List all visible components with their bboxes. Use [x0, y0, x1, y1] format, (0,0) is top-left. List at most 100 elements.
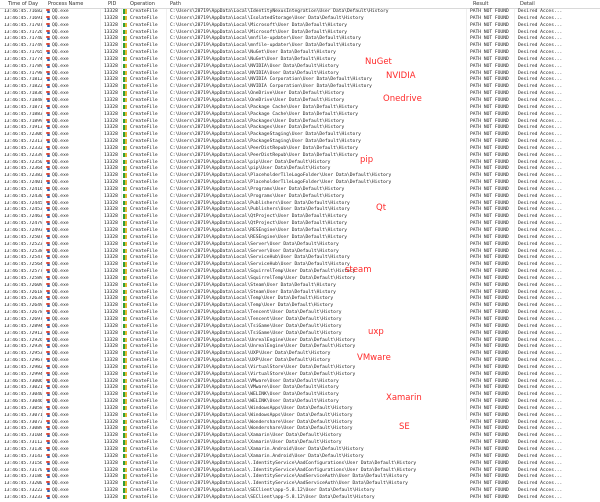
table-row[interactable]: 13:46:45.7250710 QQ.exe 13328 CreateFile C:\… [0, 234, 600, 242]
table-row[interactable]: 13:46:45.7230690 QQ.exe 13328 CreateFile C:\… [0, 132, 600, 139]
table-row[interactable]: 13:46:45.7298260 QQ.exe 13328 CreateFile C:\… [0, 364, 600, 372]
operation-icon [123, 330, 128, 336]
header-operation[interactable]: Operation [130, 1, 155, 7]
table-row[interactable]: 13:46:45.7260983 QQ.exe 13328 CreateFile C:\… [0, 282, 600, 290]
operation-cell: CreateFile [130, 97, 158, 103]
table-row[interactable]: 13:46:45.7241672 QQ.exe 13328 CreateFile C:\… [0, 186, 600, 194]
process-icon [46, 310, 50, 315]
path-cell: C:\Users\28719\AppData\Local\.IdentitySe… [170, 481, 408, 487]
pid-cell: 13328 [104, 358, 118, 364]
time-cell: 13:46:45.7240179 [4, 180, 42, 186]
table-row[interactable]: 13:46:45.7231324 QQ.exe 13328 CreateFile C:\… [0, 139, 600, 146]
path-cell: C:\Users\28719\AppData\Local\Tencent\Use… [170, 310, 342, 316]
table-row[interactable]: 13:46:45.7168240 QQ.exe 13328 CreateFile C:\… [0, 9, 600, 16]
operation-icon [123, 207, 128, 212]
path-cell: C:\Users\28719\AppData\Local\Placeholder… [170, 180, 392, 186]
table-row[interactable]: 13:46:45.7269790 QQ.exe 13328 CreateFile C:\… [0, 316, 600, 324]
header-process-name[interactable]: Process Name [48, 1, 83, 7]
table-row[interactable]: 13:46:45.7184828 QQ.exe 13328 CreateFile C:\… [0, 97, 600, 105]
table-row[interactable]: 13:46:45.7169144 QQ.exe 13328 CreateFile C:\… [0, 15, 600, 23]
table-row[interactable]: 13:46:45.7317058 QQ.exe 13328 CreateFile C:\… [0, 467, 600, 475]
table-row[interactable]: 13:46:45.7233220 QQ.exe 13328 CreateFile C:\… [0, 145, 600, 153]
operation-icon [123, 323, 128, 329]
table-row[interactable]: 13:46:45.7305872 QQ.exe 13328 CreateFile C:\… [0, 405, 600, 413]
operation-icon [123, 125, 128, 130]
pid-cell: 13328 [104, 412, 118, 418]
header-time-of-day[interactable]: Time of Day [8, 1, 38, 7]
table-row[interactable]: 13:46:45.7257731 QQ.exe 13328 CreateFile C:\… [0, 269, 600, 276]
operation-cell: CreateFile [130, 453, 158, 459]
result-cell: PATH NOT FOUND [470, 440, 509, 446]
table-row[interactable]: 13:46:45.7178928 QQ.exe 13328 CreateFile C:\… [0, 63, 600, 71]
result-cell: PATH NOT FOUND [470, 371, 509, 377]
pid-cell: 13328 [104, 330, 118, 336]
table-row[interactable]: 13:46:45.7267880 QQ.exe 13328 CreateFile C:\… [0, 310, 600, 317]
table-row[interactable]: 13:46:45.7252321 QQ.exe 13328 CreateFile C:\… [0, 241, 600, 249]
operation-icon [123, 460, 128, 466]
process-icon [46, 77, 50, 82]
table-row[interactable]: 13:46:45.7177446 QQ.exe 13328 CreateFile C:\… [0, 56, 600, 64]
table-row[interactable]: 13:46:45.7296723 QQ.exe 13328 CreateFile C:\… [0, 358, 600, 365]
process-icon [46, 9, 50, 14]
table-row[interactable]: 13:46:45.7295380 QQ.exe 13328 CreateFile C:\… [0, 351, 600, 358]
operation-icon [123, 467, 128, 473]
operation-cell: CreateFile [130, 399, 158, 405]
table-row[interactable]: 13:46:45.7176506 QQ.exe 13328 CreateFile C:\… [0, 50, 600, 57]
header-result[interactable]: Result [473, 1, 488, 7]
operation-icon [123, 145, 128, 151]
operation-icon [123, 344, 128, 349]
operation-cell: CreateFile [130, 50, 158, 56]
path-cell: C:\Users\28719\AppData\Local\VirtualStor… [170, 371, 356, 377]
table-row[interactable]: 13:46:45.7307151 QQ.exe 13328 CreateFile C:\… [0, 412, 600, 420]
table-row[interactable]: 13:46:45.7314395 QQ.exe 13328 CreateFile C:\… [0, 453, 600, 461]
time-cell: 13:46:45.7181236 [4, 77, 42, 83]
table-row[interactable]: 13:46:45.7291238 QQ.exe 13328 CreateFile C:\… [0, 330, 600, 338]
path-cell: C:\Users\28719\AppData\Local\SquirrelTem… [170, 269, 356, 275]
table-row[interactable]: 13:46:45.7188392 QQ.exe 13328 CreateFile C:\… [0, 111, 600, 119]
table-row[interactable]: 13:46:45.7183670 QQ.exe 13328 CreateFile C:\… [0, 91, 600, 98]
result-cell: PATH NOT FOUND [470, 111, 509, 117]
operation-icon [123, 200, 128, 206]
table-row[interactable]: 13:46:45.7315651 QQ.exe 13328 CreateFile C:\… [0, 460, 600, 468]
table-row[interactable]: 13:46:45.7187144 QQ.exe 13328 CreateFile C:\… [0, 104, 600, 112]
operation-cell: CreateFile [130, 63, 158, 69]
pid-cell: 13328 [104, 282, 118, 288]
process-name-cell: QQ.exe [52, 405, 69, 411]
column-header: Time of Day Process Name PID Operation P… [0, 0, 600, 9]
header-path[interactable]: Path [170, 1, 181, 7]
pid-cell: 13328 [104, 221, 118, 227]
table-row[interactable]: 13:46:45.7320092 QQ.exe 13328 CreateFile C:\… [0, 481, 600, 488]
operation-cell: CreateFile [130, 358, 158, 364]
process-name-cell: QQ.exe [52, 193, 69, 199]
table-row[interactable]: 13:46:45.7289442 QQ.exe 13328 CreateFile C:\… [0, 323, 600, 331]
header-pid[interactable]: PID [108, 1, 116, 7]
table-row[interactable]: 13:46:45.7170758 QQ.exe 13328 CreateFile C:\… [0, 22, 600, 30]
process-icon [46, 152, 50, 158]
process-name-cell: QQ.exe [52, 152, 69, 158]
table-row[interactable]: 13:46:45.7318634 QQ.exe 13328 CreateFile C:\… [0, 474, 600, 481]
table-row[interactable]: 13:46:45.7240179 QQ.exe 13328 CreateFile C:\… [0, 180, 600, 187]
pid-cell: 13328 [104, 180, 118, 186]
operation-cell: CreateFile [130, 221, 158, 227]
table-row[interactable]: 13:46:45.7243010 QQ.exe 13328 CreateFile C:\… [0, 193, 600, 201]
table-row[interactable]: 13:46:45.7322209 QQ.exe 13328 CreateFile C:\… [0, 488, 600, 495]
header-detail[interactable]: Detail [520, 1, 535, 7]
table-row[interactable]: 13:46:45.7233960 QQ.exe 13328 CreateFile C:\… [0, 152, 600, 160]
table-row[interactable]: 13:46:45.7249368 QQ.exe 13328 CreateFile C:\… [0, 228, 600, 235]
operation-icon [123, 289, 128, 295]
process-icon [46, 494, 50, 500]
table-row[interactable]: 13:46:45.7258965 QQ.exe 13328 CreateFile C:\… [0, 275, 600, 283]
result-cell: PATH NOT FOUND [470, 330, 509, 336]
process-icon [46, 173, 50, 178]
table-row[interactable]: 13:46:45.7247902 QQ.exe 13328 CreateFile C:\… [0, 221, 600, 228]
table-row[interactable]: 13:46:45.7299417 QQ.exe 13328 CreateFile C:\… [0, 371, 600, 379]
operation-icon [123, 29, 128, 35]
pid-cell: 13328 [104, 97, 118, 103]
table-row[interactable]: 13:46:45.7323328 QQ.exe 13328 CreateFile C:\… [0, 494, 600, 502]
table-row[interactable]: 13:46:45.7311265 QQ.exe 13328 CreateFile C:\… [0, 440, 600, 447]
table-row[interactable]: 13:46:45.7304600 QQ.exe 13328 CreateFile C:\… [0, 399, 600, 406]
process-icon [46, 200, 50, 206]
process-icon [46, 84, 50, 89]
table-row[interactable]: 13:46:45.7313663 QQ.exe 13328 CreateFile C:\… [0, 447, 600, 454]
event-list: 13:46:45.7168240 QQ.exe 13328 CreateFile C:\… [0, 9, 600, 502]
